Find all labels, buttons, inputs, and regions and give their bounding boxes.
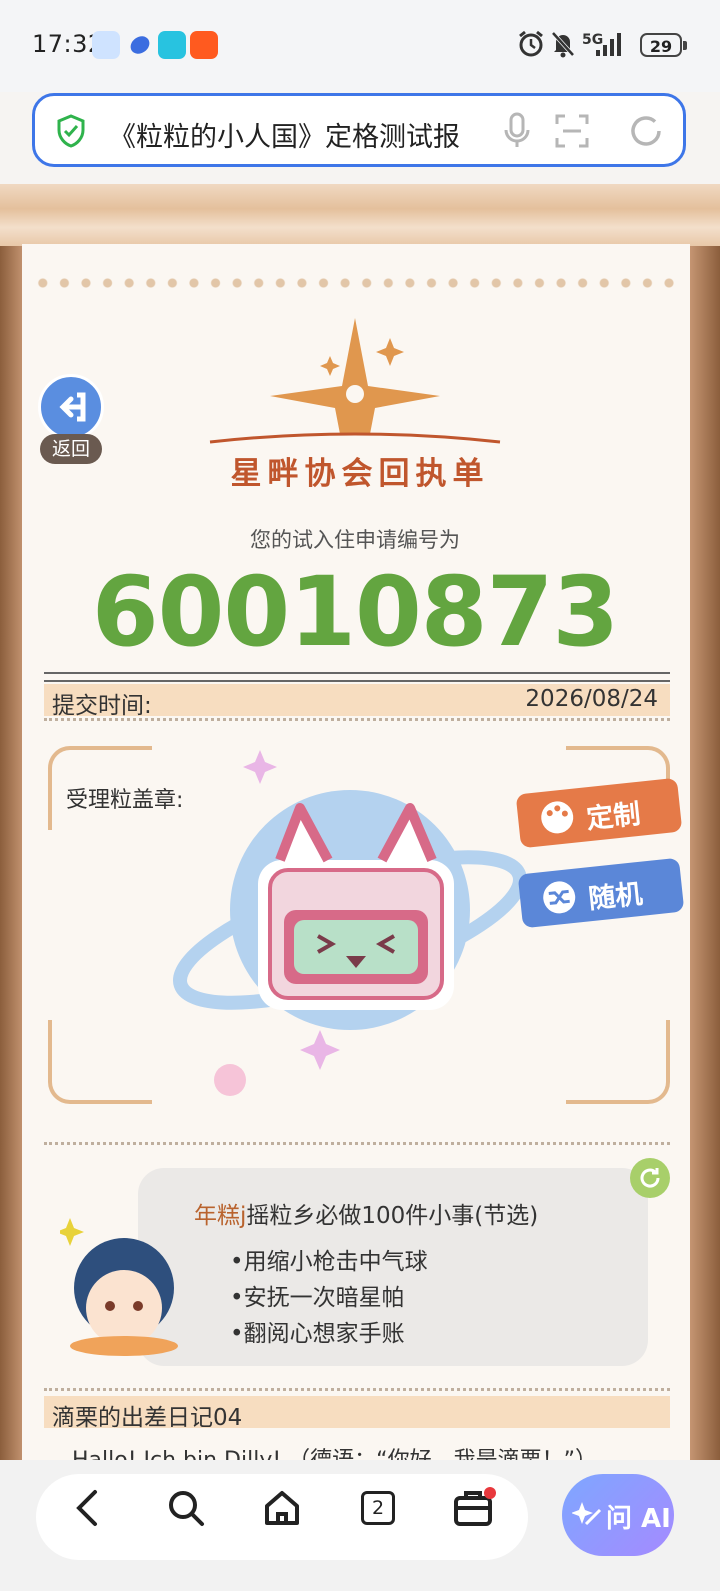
battery-icon: 29 — [640, 33, 687, 57]
shuffle-icon — [543, 881, 576, 914]
briefcase-icon — [454, 1487, 496, 1526]
nav-back-button[interactable] — [60, 1480, 116, 1536]
ask-ai-button[interactable]: 问 AI — [562, 1474, 674, 1556]
back-label[interactable]: 返回 — [40, 434, 102, 464]
back-arrow-icon — [59, 392, 86, 422]
url-title[interactable]: 《粒粒的小人国》定格测试报 — [109, 115, 519, 154]
divider — [44, 672, 670, 682]
nav-briefcase-button[interactable] — [446, 1480, 502, 1536]
refresh-button[interactable] — [630, 1158, 670, 1198]
search-icon — [169, 1491, 204, 1526]
dotted-divider — [44, 1388, 670, 1391]
dotted-divider — [44, 1142, 670, 1145]
mute-icon — [550, 30, 576, 62]
dotted-divider — [44, 718, 670, 721]
book-icon — [158, 31, 186, 59]
seal-label: 受理粒盖章: — [66, 788, 184, 813]
reload-icon[interactable] — [627, 112, 665, 154]
nav-search-button[interactable] — [158, 1480, 214, 1536]
nav-home-button[interactable] — [254, 1480, 310, 1536]
sparkle-icon — [572, 1502, 602, 1526]
application-number: 60010873 — [91, 556, 619, 668]
random-label: 随机 — [587, 878, 644, 916]
submit-date: 2026/08/24 — [525, 686, 658, 712]
tabs-icon: 2 — [361, 1491, 395, 1525]
alarm-icon — [518, 30, 544, 62]
todo-item: •用缩小枪击中气球 — [230, 1249, 428, 1275]
address-bar[interactable]: 《粒粒的小人国》定格测试报 — [32, 93, 686, 167]
perforation-dots — [32, 278, 680, 288]
signal-icon — [594, 30, 624, 62]
org-title: 星畔协会回执单 — [230, 456, 490, 492]
back-button[interactable] — [38, 374, 104, 440]
home-icon — [265, 1491, 299, 1525]
tabs-count: 2 — [371, 1497, 385, 1519]
back-icon — [76, 1490, 97, 1526]
wood-header — [0, 184, 720, 246]
feather-icon — [126, 31, 154, 59]
qq-icon — [92, 31, 120, 59]
todo-owner: 年糕j — [194, 1203, 247, 1229]
frame-corner — [48, 1020, 152, 1104]
todo-item: •安抚一次暗星帕 — [230, 1285, 405, 1311]
shield-check-icon — [55, 114, 87, 152]
bottom-nav: 2 问 AI — [0, 1460, 720, 1591]
submit-label: 提交时间: — [52, 693, 152, 719]
ask-ai-label: 问 AI — [606, 1504, 671, 1534]
todo-title-text: 摇粒乡必做100件小事(节选) — [246, 1203, 539, 1229]
refresh-icon — [640, 1168, 660, 1188]
customize-label: 定制 — [585, 798, 642, 836]
status-bar: 17:32 5G 29 — [0, 0, 720, 92]
palette-icon — [541, 801, 574, 834]
todo-title: 年糕j摇粒乡必做100件小事(节选) — [194, 1196, 538, 1230]
star-emblem-icon — [200, 316, 510, 460]
planet-stamp-image — [170, 750, 530, 1104]
scan-icon[interactable] — [555, 114, 589, 152]
wood-frame-right — [690, 246, 720, 1460]
nav-tabs-button[interactable]: 2 — [350, 1480, 406, 1536]
wood-frame-left — [0, 246, 24, 1460]
todo-item: •翻阅心想家手账 — [230, 1321, 405, 1347]
microphone-icon[interactable] — [501, 112, 533, 154]
diary-title: 滴栗的出差日记04 — [52, 1405, 243, 1431]
application-subtitle: 您的试入住申请编号为 — [250, 528, 460, 552]
taobao-flash-icon — [190, 31, 218, 59]
character-avatar — [56, 1178, 190, 1362]
frame-corner — [566, 1020, 670, 1104]
